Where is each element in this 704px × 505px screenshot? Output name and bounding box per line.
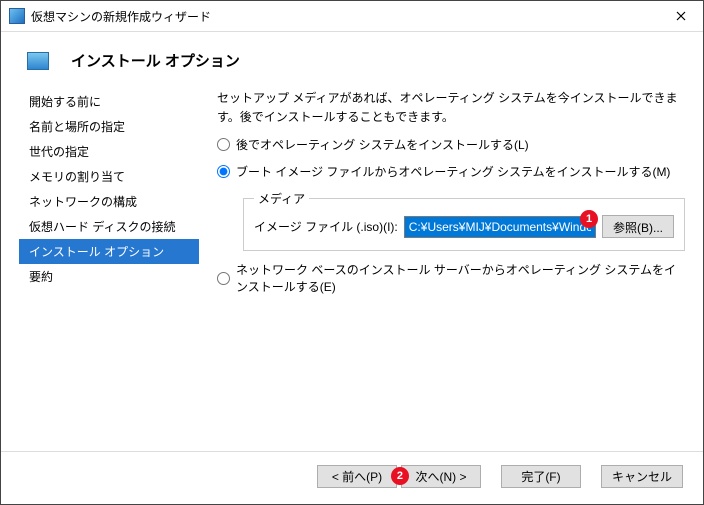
sidebar-item-summary[interactable]: 要約 [19, 264, 199, 289]
sidebar-item-install-options[interactable]: インストール オプション [19, 239, 199, 264]
finish-button[interactable]: 完了(F) [501, 465, 581, 488]
sidebar-item-label: インストール オプション [29, 245, 164, 259]
sidebar-item-name-location[interactable]: 名前と場所の指定 [19, 114, 199, 139]
close-button[interactable] [658, 1, 703, 31]
sidebar-item-label: 世代の指定 [29, 145, 89, 159]
next-wrapper: 2 次へ(N) > [401, 465, 481, 488]
callout-2: 2 [391, 467, 409, 485]
radio-install-boot-image[interactable] [217, 165, 230, 178]
radio-install-later[interactable] [217, 138, 230, 151]
sidebar-item-generation[interactable]: 世代の指定 [19, 139, 199, 164]
file-label: イメージ ファイル (.iso)(I): [254, 218, 398, 235]
sidebar-item-before-you-begin[interactable]: 開始する前に [19, 89, 199, 114]
wizard-icon [27, 52, 49, 70]
close-icon [676, 11, 686, 21]
sidebar-item-label: 仮想ハード ディスクの接続 [29, 220, 176, 234]
sidebar-item-memory[interactable]: メモリの割り当て [19, 164, 199, 189]
sidebar-item-network[interactable]: ネットワークの構成 [19, 189, 199, 214]
app-icon [9, 8, 25, 24]
body: 開始する前に 名前と場所の指定 世代の指定 メモリの割り当て ネットワークの構成… [1, 85, 703, 451]
page-title: インストール オプション [71, 50, 240, 71]
footer: < 前へ(P) 2 次へ(N) > 完了(F) キャンセル [1, 451, 703, 504]
option-install-later[interactable]: 後でオペレーティング システムをインストールする(L) [217, 136, 685, 153]
option-install-network[interactable]: ネットワーク ベースのインストール サーバーからオペレーティング システムをイン… [217, 261, 685, 295]
window-title: 仮想マシンの新規作成ウィザード [31, 8, 658, 25]
media-legend: メディア [254, 190, 309, 207]
file-row: イメージ ファイル (.iso)(I): 1 参照(B)... [254, 215, 674, 238]
cancel-button[interactable]: キャンセル [601, 465, 683, 488]
media-group: メディア イメージ ファイル (.iso)(I): 1 参照(B)... [243, 190, 685, 251]
option-label: ネットワーク ベースのインストール サーバーからオペレーティング システムをイン… [236, 261, 685, 295]
sidebar-item-label: 開始する前に [29, 95, 101, 109]
sidebar-item-label: ネットワークの構成 [29, 195, 137, 209]
sidebar: 開始する前に 名前と場所の指定 世代の指定 メモリの割り当て ネットワークの構成… [19, 85, 199, 451]
prev-button[interactable]: < 前へ(P) [317, 465, 397, 488]
iso-path-input[interactable] [404, 216, 596, 238]
content: セットアップ メディアがあれば、オペレーティング システムを今インストールできま… [199, 85, 685, 451]
description-text: セットアップ メディアがあれば、オペレーティング システムを今インストールできま… [217, 89, 685, 126]
sidebar-item-label: メモリの割り当て [29, 170, 125, 184]
browse-button[interactable]: 参照(B)... [602, 215, 674, 238]
header: インストール オプション [1, 32, 703, 85]
option-label: ブート イメージ ファイルからオペレーティング システムをインストールする(M) [236, 163, 670, 180]
sidebar-item-label: 名前と場所の指定 [29, 120, 125, 134]
option-install-boot-image[interactable]: ブート イメージ ファイルからオペレーティング システムをインストールする(M) [217, 163, 685, 180]
next-button[interactable]: 次へ(N) > [401, 465, 481, 488]
option-label: 後でオペレーティング システムをインストールする(L) [236, 136, 529, 153]
titlebar: 仮想マシンの新規作成ウィザード [1, 1, 703, 32]
sidebar-item-vhd[interactable]: 仮想ハード ディスクの接続 [19, 214, 199, 239]
sidebar-item-label: 要約 [29, 270, 53, 284]
wizard-window: 仮想マシンの新規作成ウィザード インストール オプション 開始する前に 名前と場… [0, 0, 704, 505]
radio-install-network[interactable] [217, 272, 230, 285]
